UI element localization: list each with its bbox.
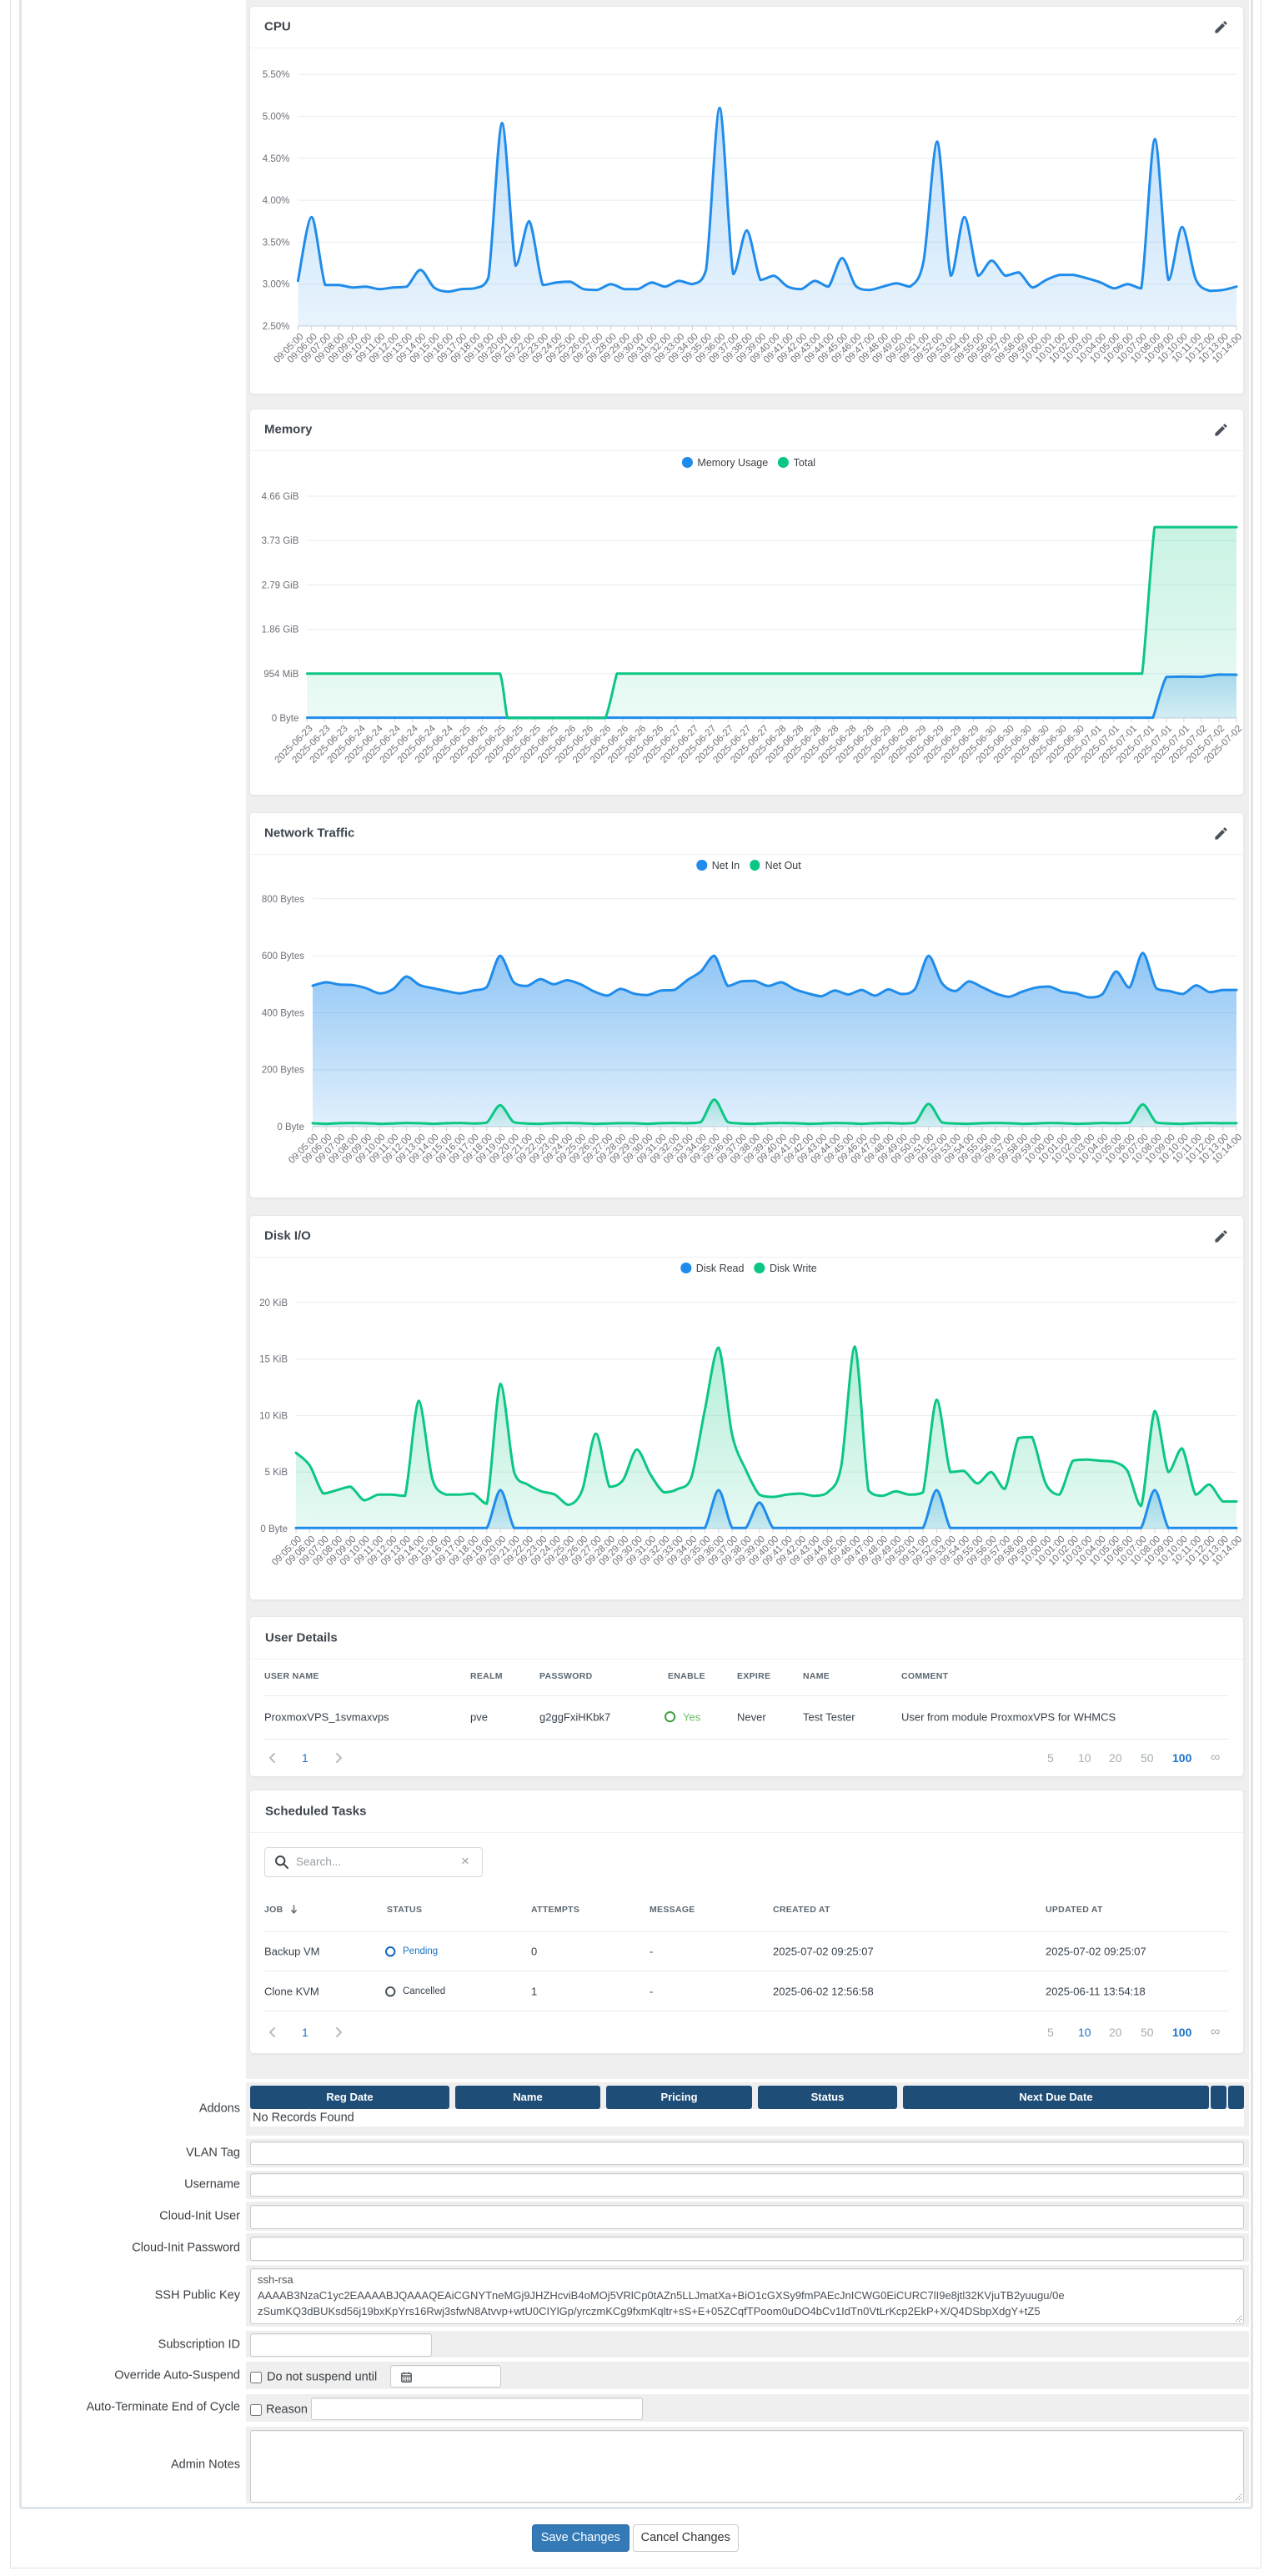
svg-text:20 KiB: 20 KiB [259, 1298, 288, 1308]
svg-text:5.00%: 5.00% [263, 113, 290, 123]
svg-text:4.66 GiB: 4.66 GiB [262, 492, 299, 502]
svg-text:800 Bytes: 800 Bytes [262, 895, 304, 905]
svg-text:0 Byte: 0 Byte [260, 1524, 288, 1534]
svg-text:4.50%: 4.50% [263, 154, 290, 164]
svg-text:4.00%: 4.00% [263, 196, 290, 206]
svg-text:0 Byte: 0 Byte [272, 714, 299, 724]
svg-text:3.00%: 3.00% [263, 280, 290, 290]
svg-text:954 MiB: 954 MiB [263, 670, 299, 680]
svg-text:200 Bytes: 200 Bytes [262, 1066, 304, 1076]
svg-text:3.73 GiB: 3.73 GiB [262, 536, 299, 546]
svg-text:5.50%: 5.50% [263, 70, 290, 80]
svg-text:15 KiB: 15 KiB [259, 1355, 288, 1365]
svg-text:400 Bytes: 400 Bytes [262, 1008, 304, 1018]
svg-text:0 Byte: 0 Byte [277, 1122, 304, 1132]
svg-text:600 Bytes: 600 Bytes [262, 952, 304, 962]
svg-text:3.50%: 3.50% [263, 238, 290, 248]
svg-text:1.86 GiB: 1.86 GiB [262, 625, 299, 635]
svg-text:2.50%: 2.50% [263, 322, 290, 332]
svg-text:2.79 GiB: 2.79 GiB [262, 580, 299, 590]
svg-text:10 KiB: 10 KiB [259, 1411, 288, 1421]
svg-text:5 KiB: 5 KiB [265, 1468, 288, 1478]
